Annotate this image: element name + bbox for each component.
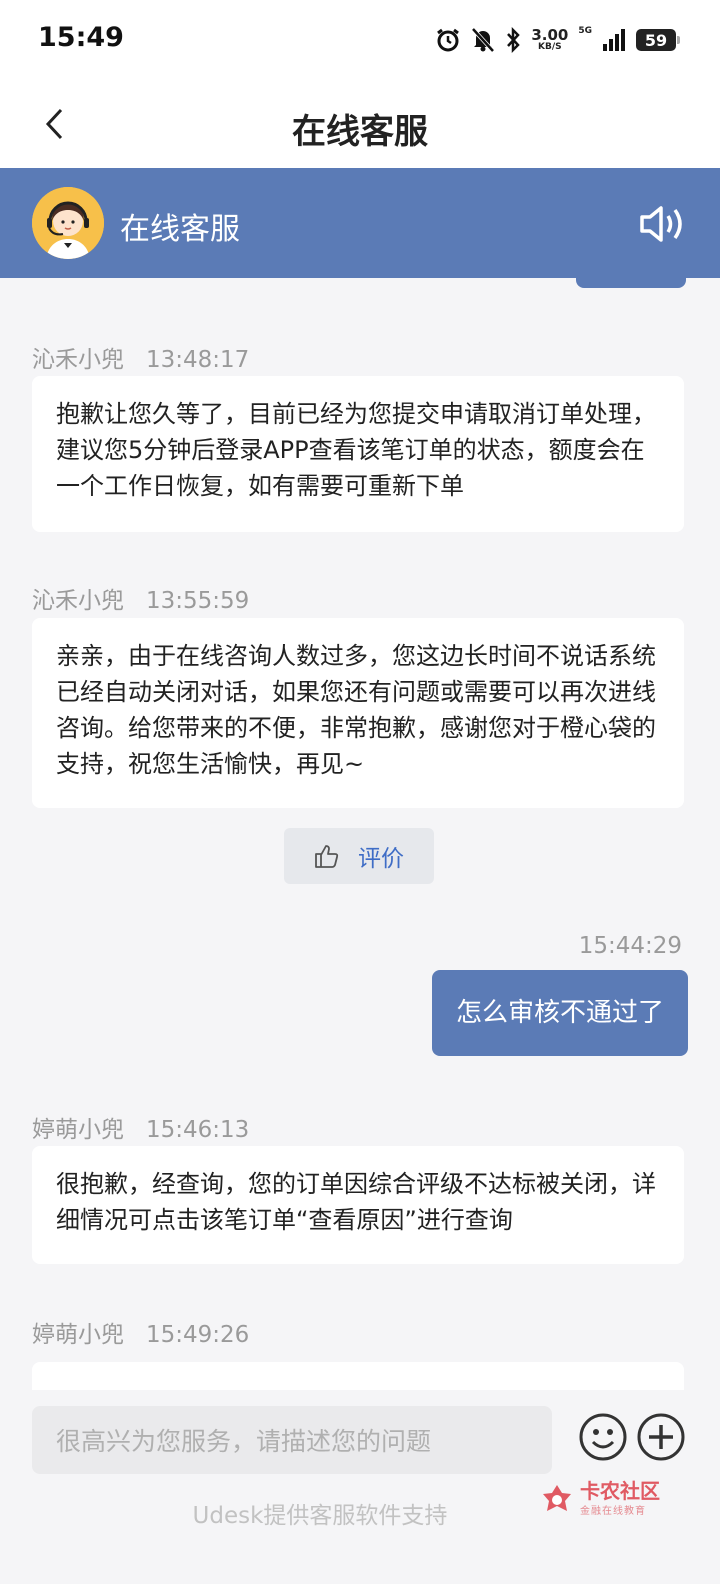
more-button[interactable] <box>636 1412 686 1462</box>
my-message-time: 15:44:29 <box>578 933 682 959</box>
agent-message <box>32 1362 684 1390</box>
watermark-title: 卡农社区 <box>580 1479 660 1503</box>
sender-name: 婷萌小兜 <box>32 1322 124 1348</box>
message-time: 15:46:13 <box>146 1117 250 1143</box>
message-input[interactable]: 很高兴为您服务，请描述您的问题 <box>32 1406 552 1474</box>
sender-name: 婷萌小兜 <box>32 1117 124 1143</box>
thumbs-up-icon <box>315 845 339 868</box>
signal-icon <box>603 29 625 51</box>
mute-bell-icon <box>471 27 495 53</box>
smiley-icon <box>579 1413 627 1461</box>
watermark: 卡农社区 金融在线教育 <box>540 1480 660 1517</box>
battery-icon: 59 <box>636 29 680 51</box>
status-icons: 3.00 KB/S 5G 59 <box>435 24 680 56</box>
sender-name: 沁禾小兜 <box>32 347 124 373</box>
chat-area[interactable]: 沁禾小兜 13:48:17 抱歉让您久等了，目前已经为您提交申请取消订单处理，建议… <box>0 288 720 1390</box>
rate-label: 评价 <box>358 846 404 872</box>
nav-bar: 在线客服 <box>0 80 720 168</box>
agent-avatar-icon <box>32 187 104 259</box>
agent-header: 在线客服 <box>0 168 720 278</box>
page-title: 在线客服 <box>292 112 428 152</box>
plus-icon <box>637 1413 685 1461</box>
emoji-button[interactable] <box>578 1412 628 1462</box>
status-time: 15:49 <box>38 22 124 53</box>
message-time: 13:55:59 <box>146 588 250 614</box>
message-meta: 沁禾小兜 13:48:17 <box>32 340 249 374</box>
agent-message: 亲亲，由于在线咨询人数过多，您这边长时间不说话系统已经自动关闭对话，如果您还有问… <box>32 618 684 808</box>
rate-button[interactable]: 评价 <box>284 828 434 884</box>
bluetooth-icon <box>507 27 521 53</box>
net-speed: 3.00 KB/S <box>531 26 569 52</box>
status-bar: 15:49 3.00 KB/S 5G 59 <box>0 0 720 80</box>
network-type: 5G <box>578 26 592 36</box>
watermark-logo-icon <box>543 1484 571 1511</box>
agent-avatar <box>32 187 104 259</box>
message-meta: 婷萌小兜 15:49:26 <box>32 1315 249 1349</box>
agent-message: 很抱歉，经查询，您的订单因综合评级不达标被关闭，详细情况可点击该笔订单“查看原因… <box>32 1146 684 1264</box>
agent-message: 抱歉让您久等了，目前已经为您提交申请取消订单处理，建议您5分钟后登录APP查看该… <box>32 376 684 532</box>
message-time: 13:48:17 <box>146 347 250 373</box>
message-time: 15:49:26 <box>146 1322 250 1348</box>
user-message: 怎么审核不通过了 <box>431 970 688 1056</box>
watermark-subtitle: 金融在线教育 <box>580 1506 646 1517</box>
agent-name: 在线客服 <box>120 212 240 247</box>
message-meta: 婷萌小兜 15:46:13 <box>32 1110 249 1144</box>
alarm-icon <box>437 28 460 52</box>
collapsed-panel-tab[interactable] <box>576 278 686 288</box>
sender-name: 沁禾小兜 <box>32 588 124 614</box>
sound-toggle-button[interactable] <box>638 202 686 246</box>
input-area: 很高兴为您服务，请描述您的问题 Udesk提供客服软件支持 卡农社区 金融在线教… <box>0 1390 720 1584</box>
message-meta: 沁禾小兜 13:55:59 <box>32 581 249 615</box>
battery-level: 59 <box>644 30 668 50</box>
speaker-icon <box>640 206 682 242</box>
